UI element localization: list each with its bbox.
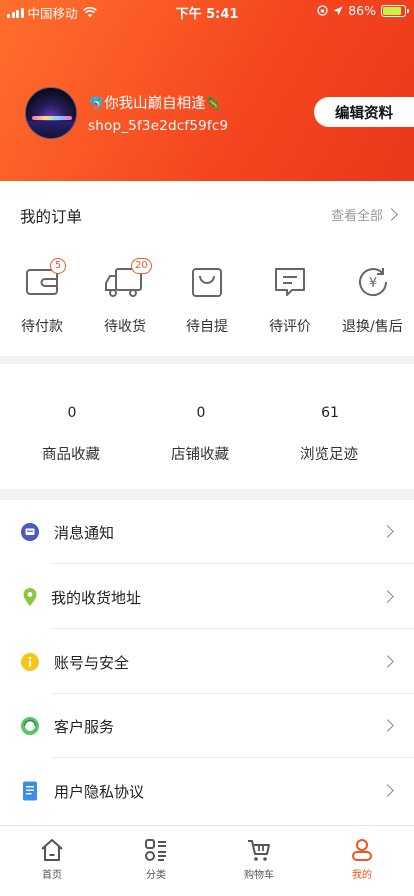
chevron-right-icon <box>385 208 398 221</box>
profile-icon <box>352 839 372 861</box>
menu-item-privacy-policy[interactable]: 用户隐私协议 <box>0 759 414 823</box>
settings-menu: 消息通知 我的收货地址 账号与安全 客户服务 用户隐私协议 <box>0 500 414 825</box>
orders-title: 我的订单 <box>20 208 83 226</box>
chevron-right-icon <box>381 655 394 668</box>
svg-text:¥: ¥ <box>369 276 377 291</box>
menu-item-customer-service[interactable]: 客户服务 <box>0 694 414 758</box>
profile-header: 中国移动 下午 5:41 86% 🐬你我山巅自相逢🦎 shop_5f3e2dcf… <box>0 0 414 181</box>
order-label-pending-payment[interactable]: 待付款 <box>21 316 63 336</box>
view-all-orders-link[interactable]: 查看全部 <box>331 205 398 224</box>
chevron-right-icon <box>381 784 394 797</box>
cart-icon <box>248 840 270 861</box>
favorites-section <box>0 364 414 489</box>
tab-me[interactable]: 我的 <box>322 838 402 881</box>
nickname: 🐬你我山巅自相逢🦎 <box>88 96 222 112</box>
chevron-right-icon <box>381 590 394 603</box>
orientation-lock-icon <box>317 5 328 16</box>
menu-item-address[interactable]: 我的收货地址 <box>0 565 414 629</box>
tab-home[interactable]: 首页 <box>12 838 92 881</box>
location-arrow-icon <box>333 6 343 15</box>
product-favorites-label[interactable]: 商品收藏 <box>42 443 100 464</box>
chevron-right-icon <box>381 525 394 538</box>
edit-profile-button[interactable]: 编辑资料 <box>314 97 414 127</box>
browsing-history-count[interactable]: 61 <box>300 405 360 421</box>
browsing-history-label[interactable]: 浏览足迹 <box>300 443 358 464</box>
home-icon <box>41 839 63 861</box>
username: shop_5f3e2dcf59fc9 <box>88 118 229 134</box>
order-label-pickup[interactable]: 待自提 <box>186 316 228 336</box>
bag-icon[interactable] <box>187 262 227 302</box>
tab-category[interactable]: 分类 <box>116 838 196 881</box>
menu-item-account-security[interactable]: 账号与安全 <box>0 630 414 694</box>
battery-icon <box>381 4 409 17</box>
menu-item-notifications[interactable]: 消息通知 <box>0 500 414 564</box>
comment-icon[interactable] <box>270 262 310 302</box>
tab-cart[interactable]: 购物车 <box>219 838 299 881</box>
category-icon <box>145 839 166 861</box>
battery-percent: 86% <box>348 3 376 18</box>
avatar[interactable] <box>25 87 77 139</box>
status-bar: 中国移动 下午 5:41 86% <box>0 0 414 22</box>
document-icon <box>23 781 37 801</box>
tab-bar: 首页 分类 购物车 我的 <box>0 825 414 896</box>
refund-icon[interactable]: ¥ <box>353 262 393 302</box>
customer-service-icon <box>21 717 39 735</box>
product-favorites-count[interactable]: 0 <box>42 405 102 421</box>
order-badge-pending-receipt: 20 <box>131 258 152 274</box>
message-icon <box>21 523 39 541</box>
store-favorites-label[interactable]: 店铺收藏 <box>171 443 229 464</box>
order-label-pending-receipt[interactable]: 待收货 <box>104 316 146 336</box>
order-label-refund[interactable]: 退换/售后 <box>342 316 403 336</box>
store-favorites-count[interactable]: 0 <box>171 405 231 421</box>
chevron-right-icon <box>381 719 394 732</box>
order-label-pending-review[interactable]: 待评价 <box>269 316 311 336</box>
info-icon <box>21 653 39 671</box>
order-badge-pending-payment: 5 <box>50 258 66 274</box>
location-pin-icon <box>23 588 37 606</box>
